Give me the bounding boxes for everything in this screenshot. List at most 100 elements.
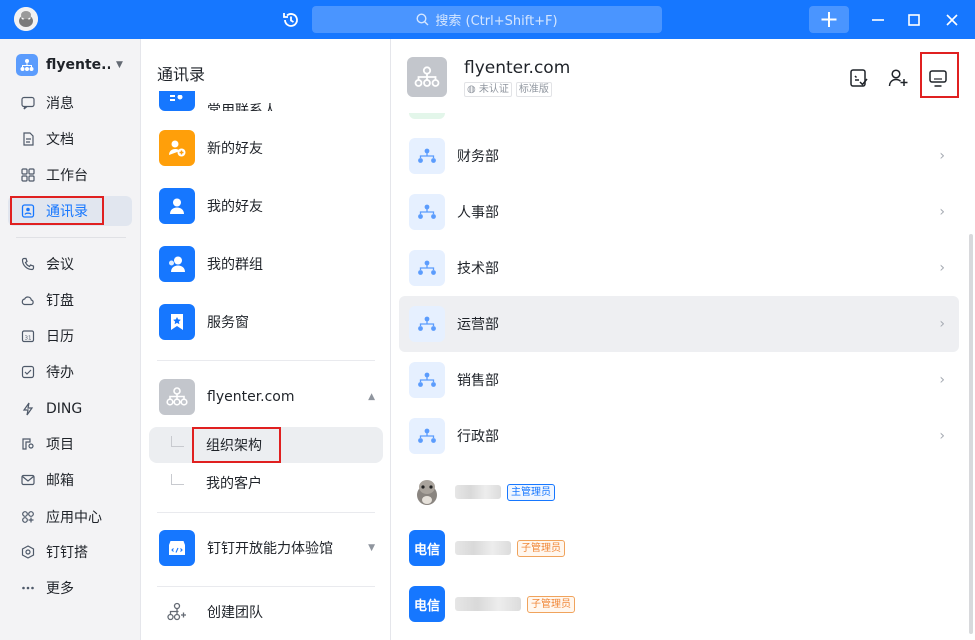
masked-name <box>455 485 501 499</box>
group-icon <box>159 246 195 282</box>
nav-item-drive[interactable]: 钉盘 <box>8 285 132 315</box>
nav-item-app-center[interactable]: 应用中心 <box>8 502 132 532</box>
nav-label: DING <box>46 401 83 417</box>
department-row[interactable]: 行政部 › <box>399 408 959 464</box>
nav-item-more[interactable]: 更多 <box>8 573 132 603</box>
org-detail-panel: flyenter.com ◍ 未认证 标准版 财务部 › 人事部 › 技术部 ›… <box>391 39 975 640</box>
todo-icon <box>20 364 36 380</box>
phone-icon <box>20 256 36 272</box>
calendar-icon: 31 <box>20 328 36 344</box>
my-customers-item[interactable]: 我的客户 <box>149 465 383 501</box>
sub-item-label: 我的客户 <box>206 476 262 492</box>
nav-label: 更多 <box>46 581 74 597</box>
org-chart-icon <box>407 57 447 97</box>
department-icon <box>409 418 445 454</box>
nav-item-calendar[interactable]: 31 日历 <box>8 321 132 351</box>
department-icon <box>409 250 445 286</box>
nav-label: 日历 <box>46 329 74 345</box>
chevron-right-icon: › <box>939 148 945 164</box>
add-user-icon <box>888 69 908 87</box>
list-item-my-friends[interactable]: 我的好友 <box>159 186 379 226</box>
nav-label: 消息 <box>46 96 74 112</box>
divider <box>16 237 126 238</box>
masked-name <box>455 541 511 555</box>
divider <box>157 512 375 513</box>
nav-item-docs[interactable]: 文档 <box>8 124 132 154</box>
nav-item-messages[interactable]: 消息 <box>8 88 132 118</box>
highlight-box <box>192 427 281 463</box>
clipboard-check-icon <box>850 69 868 87</box>
department-name: 销售部 <box>457 373 499 389</box>
list-item-label: 服务窗 <box>207 315 249 331</box>
nav-item-todo[interactable]: 待办 <box>8 357 132 387</box>
experience-hall[interactable]: 钉钉开放能力体验馆 ▼ <box>159 528 379 568</box>
chevron-right-icon: › <box>939 260 945 276</box>
org-title: flyenter.com <box>464 58 571 78</box>
nav-label: 钉钉搭 <box>46 545 88 561</box>
search-input[interactable]: 搜索 (Ctrl+Shift+F) <box>312 6 662 33</box>
create-team-button[interactable]: 创建团队 <box>159 592 379 632</box>
history-icon[interactable] <box>281 10 301 30</box>
department-row[interactable]: 技术部 › <box>399 240 959 296</box>
department-row[interactable]: 人事部 › <box>399 184 959 240</box>
department-row[interactable]: 运营部 › <box>399 296 959 352</box>
experience-label: 钉钉开放能力体验馆 <box>207 541 333 557</box>
friend-icon <box>159 188 195 224</box>
nav-item-meeting[interactable]: 会议 <box>8 249 132 279</box>
nav-label: 应用中心 <box>46 510 102 526</box>
more-icon <box>20 580 36 596</box>
verify-status-tag: ◍ 未认证 <box>464 82 512 97</box>
highlight-box <box>10 196 104 225</box>
nav-item-mail[interactable]: 邮箱 <box>8 465 132 495</box>
svg-text:31: 31 <box>25 336 32 342</box>
masked-name <box>455 597 521 611</box>
user-avatar[interactable] <box>14 7 38 31</box>
minimize-icon <box>872 19 884 21</box>
store-icon <box>159 530 195 566</box>
nav-label: 会议 <box>46 257 74 273</box>
invite-member-button[interactable] <box>887 67 909 89</box>
list-item-new-friends[interactable]: 新的好友 <box>159 128 379 168</box>
chevron-right-icon: › <box>939 428 945 444</box>
nav-item-ding[interactable]: DING <box>8 394 132 424</box>
chevron-right-icon: › <box>939 204 945 220</box>
chevron-right-icon: › <box>939 372 945 388</box>
chevron-right-icon: › <box>939 316 945 332</box>
member-row[interactable]: 主管理员 <box>399 464 959 520</box>
scrollbar[interactable] <box>969 234 973 634</box>
edition-tag: 标准版 <box>515 82 552 97</box>
add-button[interactable] <box>809 6 849 33</box>
divider <box>157 586 375 587</box>
minimize-button[interactable] <box>866 8 890 32</box>
tree-line <box>171 435 184 447</box>
message-icon <box>20 95 36 111</box>
create-team-icon <box>159 594 195 630</box>
list-item-frequent-contacts[interactable]: 常用联系人 <box>159 85 379 111</box>
list-item-label: 我的好友 <box>207 199 263 215</box>
app-center-icon <box>20 509 36 525</box>
nav-item-project[interactable]: 项目 <box>8 429 132 459</box>
plus-icon <box>821 12 837 27</box>
nav-item-builder[interactable]: 钉钉搭 <box>8 537 132 567</box>
nav-label: 项目 <box>46 437 74 453</box>
list-item-service-window[interactable]: 服务窗 <box>159 302 379 342</box>
department-row[interactable]: 财务部 › <box>399 128 959 184</box>
member-row[interactable]: 电信 子管理员 <box>399 520 959 576</box>
org-entry[interactable]: flyenter.com ▲ <box>159 377 379 417</box>
close-button[interactable] <box>940 8 964 32</box>
cloud-drive-icon <box>20 292 36 308</box>
caret-up-icon: ▲ <box>368 392 375 402</box>
approval-button[interactable] <box>848 67 870 89</box>
create-team-label: 创建团队 <box>207 605 263 621</box>
org-entry-label: flyenter.com <box>207 389 295 405</box>
department-row[interactable]: 销售部 › <box>399 352 959 408</box>
org-switcher[interactable]: flyente... ▼ <box>16 53 134 77</box>
list-item-my-groups[interactable]: 我的群组 <box>159 244 379 284</box>
nav-item-workbench[interactable]: 工作台 <box>8 160 132 190</box>
maximize-icon <box>908 14 920 26</box>
maximize-button[interactable] <box>902 8 926 32</box>
ding-icon <box>20 401 36 417</box>
department-icon <box>409 138 445 174</box>
member-row[interactable]: 电信 子管理员 <box>399 576 959 632</box>
sub-admin-badge: 子管理员 <box>517 539 565 557</box>
